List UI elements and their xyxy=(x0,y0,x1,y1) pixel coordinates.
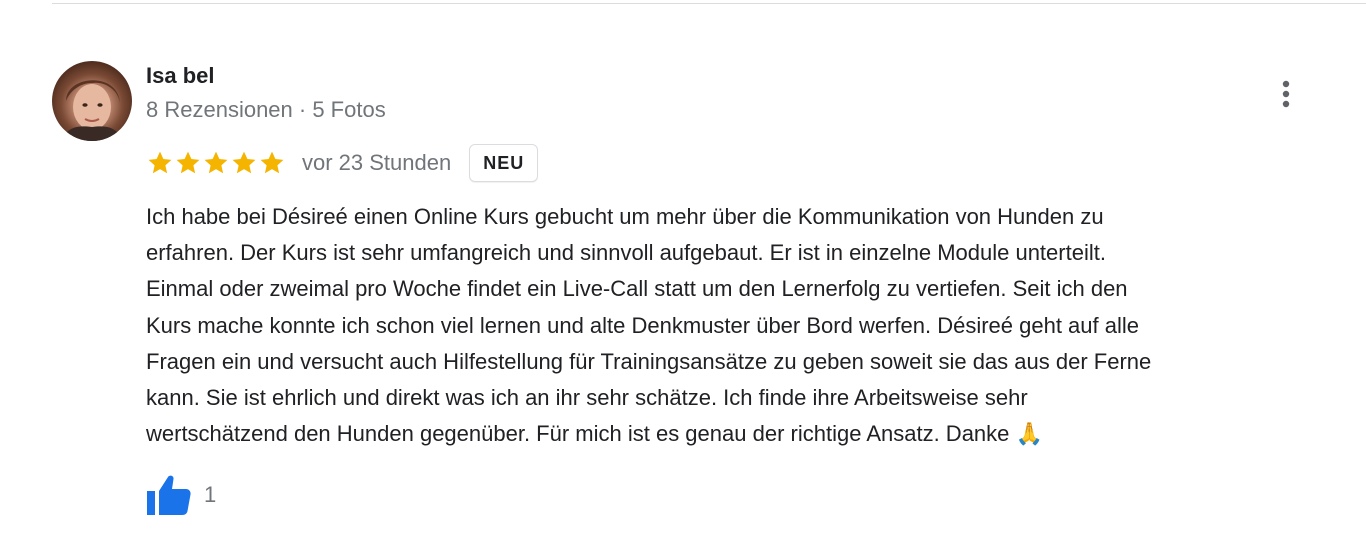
more-options-button[interactable] xyxy=(1270,74,1302,114)
star-icon xyxy=(176,151,200,174)
review-text-line: kann. Sie ist ehrlich und direkt was ich… xyxy=(146,385,1028,411)
review-text-line: Ich habe bei Désireé einen Online Kurs g… xyxy=(146,204,1104,229)
like-row: 1 xyxy=(146,474,216,516)
star-rating xyxy=(146,149,286,177)
rating-row: vor 23 Stunden NEU xyxy=(146,142,539,184)
avatar-image xyxy=(62,80,122,141)
divider xyxy=(52,3,1366,4)
review-text-line: erfahren. Der Kurs ist sehr umfangreich … xyxy=(146,240,1106,266)
review-text-line: Fragen ein und versucht auch Hilfestellu… xyxy=(146,348,1152,374)
review-card: Isa bel 8 Rezensionen · 5 Fotos vor 23 S… xyxy=(0,0,1366,534)
avatar[interactable] xyxy=(52,61,132,141)
review-text-line: Einmal oder zweimal pro Woche findet ein… xyxy=(146,276,1128,302)
star-icon xyxy=(232,151,256,174)
star-icon xyxy=(260,151,284,174)
like-button[interactable] xyxy=(146,474,194,516)
like-count: 1 xyxy=(204,482,217,507)
review-text: Ich habe bei Désireé einen Online Kurs g… xyxy=(146,199,1351,452)
more-vert-icon xyxy=(1282,80,1290,108)
thumbs-up-icon xyxy=(147,475,191,515)
reviewer-name[interactable]: Isa bel xyxy=(146,62,214,90)
star-icon xyxy=(204,151,228,174)
star-icon xyxy=(148,151,172,174)
review-text-line: Kurs mache konnte ich schon viel lernen … xyxy=(146,312,1139,338)
new-badge: NEU xyxy=(469,144,539,182)
review-text-line: wertschätzend den Hunden gegenüber. Für … xyxy=(146,421,1043,447)
reviewer-meta[interactable]: 8 Rezensionen · 5 Fotos xyxy=(146,96,386,124)
review-time: vor 23 Stunden xyxy=(302,150,452,175)
